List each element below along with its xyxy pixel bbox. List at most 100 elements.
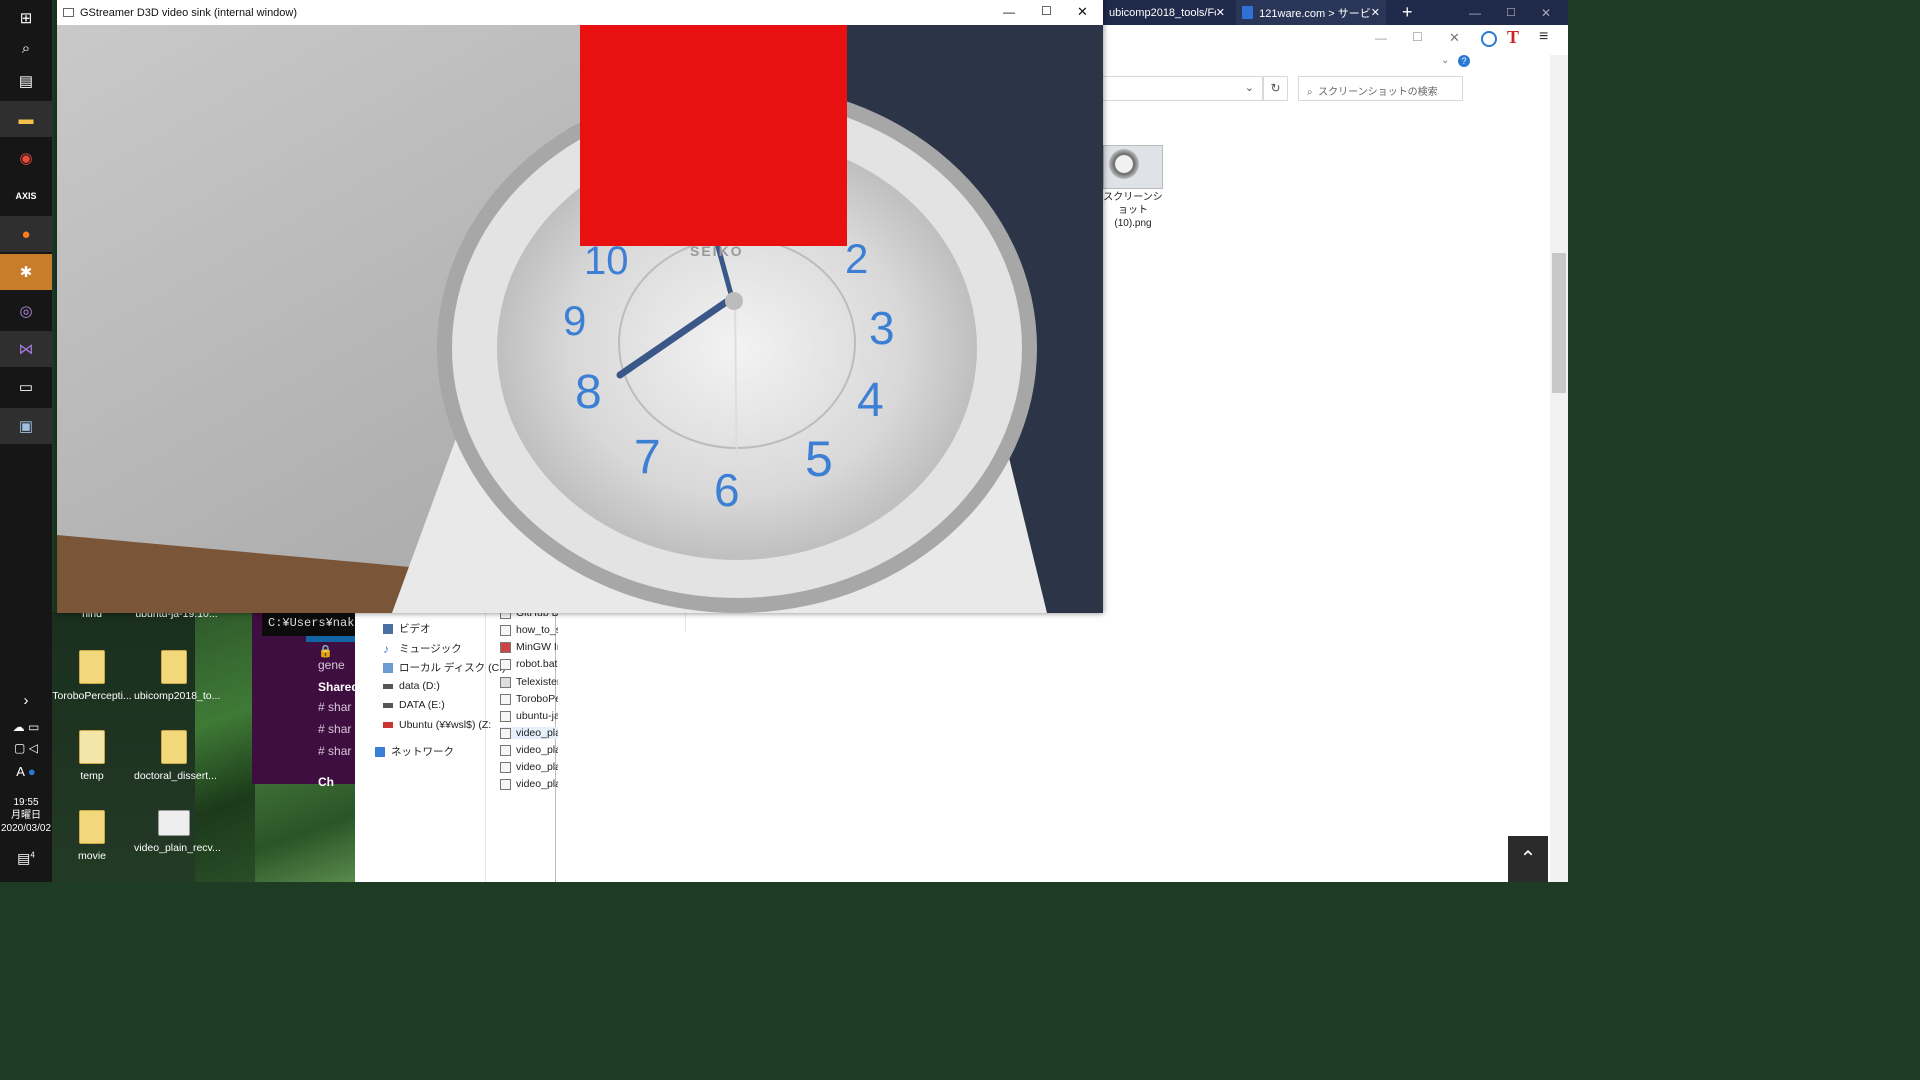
maximize-icon[interactable]: ☐ <box>1041 4 1052 18</box>
desktop-icon-temp[interactable]: temp <box>52 730 132 782</box>
refresh-icon[interactable]: ↻ <box>1263 76 1288 101</box>
task-view-icon[interactable]: ▤ <box>0 63 52 99</box>
search-icon: ⌕ <box>1307 87 1313 98</box>
file-item[interactable]: how_to_s <box>500 624 558 636</box>
file-icon <box>500 624 511 636</box>
tab-label: 121ware.com > サービス& <box>1259 7 1371 20</box>
browser-tab-ubicomp[interactable]: ubicomp2018_tools/Forr ✕ <box>1103 0 1231 25</box>
new-tab-button[interactable]: + <box>1396 0 1419 25</box>
firefox-icon[interactable]: ● <box>0 216 52 252</box>
search-input[interactable]: ⌕ スクリーンショットの検索 <box>1298 76 1463 101</box>
file-item[interactable]: video_pla <box>500 761 558 773</box>
scroll-to-top-button[interactable]: ⌃ <box>1508 836 1548 882</box>
file-item-selected[interactable]: video_pla <box>500 727 558 739</box>
desktop-icon-movie[interactable]: movie <box>52 810 132 862</box>
file-item[interactable]: ToroboPe <box>500 693 558 705</box>
dial-number: 9 <box>563 297 587 344</box>
maximize-icon[interactable]: ☐ <box>1500 0 1522 25</box>
terminal-icon[interactable]: ▭ <box>0 369 52 405</box>
nav-item-music[interactable]: ♪ ミュージック <box>383 641 462 656</box>
minimize-icon[interactable]: — <box>1463 0 1487 25</box>
slack-shared-item[interactable]: # shar <box>318 700 351 714</box>
thumbnail-label-line1: スクリーンショット <box>1103 192 1163 216</box>
desktop-icon-torobo[interactable]: ToroboPercepti... <box>52 650 132 702</box>
desktop-icon-label: temp <box>80 770 104 782</box>
browser-tab-121ware[interactable]: 121ware.com > サービス& ✕ <box>1236 0 1386 25</box>
tray-icons-row2[interactable]: ▢ ◁ <box>0 741 52 755</box>
chevron-down-icon[interactable]: ⌄ <box>1441 55 1449 66</box>
axis-icon[interactable]: AXIS <box>0 178 52 214</box>
file-item[interactable]: robot.bat <box>500 658 558 670</box>
file-item[interactable]: ubuntu-ja <box>500 710 558 722</box>
thumbnail-label[interactable]: スクリーンショット (10).png <box>1103 191 1163 230</box>
file-icon <box>500 693 511 705</box>
nav-item-ubuntu-z[interactable]: Ubuntu (¥¥wsl$) (Z: <box>383 719 491 731</box>
close-icon[interactable]: ✕ <box>1077 4 1088 20</box>
file-item[interactable]: video_pla <box>500 778 558 790</box>
notification-center-icon[interactable]: ▤4 <box>0 850 52 867</box>
desktop-icon-doctoral[interactable]: doctoral_dissert... <box>134 730 217 782</box>
file-name: Telexisten <box>516 676 558 688</box>
nav-item-network[interactable]: ネットワーク <box>375 744 454 759</box>
ubuntu-icon[interactable]: ◉ <box>0 140 52 176</box>
menu-icon[interactable]: ≡ <box>1539 28 1548 46</box>
chevron-right-icon[interactable]: › <box>0 690 52 710</box>
thumbnail-screenshot[interactable] <box>1103 145 1163 189</box>
nav-label: ローカル ディスク (C:) <box>399 662 506 674</box>
slack-shared-label: shar <box>328 700 352 714</box>
dial-number: 7 <box>634 431 661 484</box>
close-icon[interactable]: ✕ <box>1449 30 1460 46</box>
command-prompt-window[interactable]: C:¥Users¥nakan <box>262 612 362 636</box>
clock-thumbnail-icon <box>1109 149 1139 179</box>
minimize-icon[interactable]: — <box>1375 31 1387 45</box>
close-icon[interactable]: ✕ <box>1535 0 1557 25</box>
file-name: how_to_s <box>516 624 558 636</box>
search-icon[interactable]: ⌕ <box>0 30 52 66</box>
nav-label: ビデオ <box>399 623 431 635</box>
clock-date: 2020/03/02 <box>0 823 52 834</box>
file-explorer-icon[interactable]: ▬ <box>0 101 52 137</box>
scrollbar-thumb[interactable] <box>1552 253 1566 393</box>
music-icon: ♪ <box>383 641 389 656</box>
address-bar[interactable]: ⌄ <box>1103 76 1263 101</box>
file-icon <box>500 744 511 756</box>
scrollbar[interactable] <box>1550 55 1568 882</box>
close-icon[interactable]: ✕ <box>1371 6 1380 19</box>
visual-studio-icon[interactable]: ⋈ <box>0 331 52 367</box>
file-item[interactable]: video_pla <box>500 744 558 756</box>
file-item[interactable]: MinGW In <box>500 641 558 653</box>
file-name: robot.bat <box>516 658 558 670</box>
file-icon <box>500 761 511 773</box>
clock[interactable]: 19:55 月曜日 2020/03/02 <box>0 796 52 835</box>
minimize-icon[interactable]: — <box>1003 5 1015 19</box>
video-frame: SEIKO 2 3 4 5 6 7 8 9 10 <box>57 25 1103 613</box>
file-explorer-window: ビデオ ♪ ミュージック ローカル ディスク (C:) data (D:) DAT… <box>355 607 1473 882</box>
slack-icon[interactable]: ✱ <box>0 254 52 290</box>
nav-item-data-e[interactable]: DATA (E:) <box>383 699 445 711</box>
cmd-text: C:¥Users¥nakan <box>268 616 362 630</box>
folder-icon <box>161 650 187 684</box>
tray-icons-row3[interactable]: A ● <box>0 764 52 779</box>
nav-item-data-d[interactable]: data (D:) <box>383 680 440 692</box>
extension-icon[interactable] <box>1481 31 1497 47</box>
chevron-down-icon[interactable]: ⌄ <box>1245 81 1254 94</box>
slack-channel-general[interactable]: 🔒 gene <box>318 644 355 672</box>
maximize-icon[interactable]: ☐ <box>1412 30 1423 44</box>
gstreamer-window-icon[interactable]: ▣ <box>0 408 52 444</box>
close-icon[interactable]: ✕ <box>1216 6 1225 19</box>
desktop-icon-video-plain[interactable]: video_plain_recv... <box>134 810 221 854</box>
window-titlebar[interactable]: GStreamer D3D video sink (internal windo… <box>57 0 1103 25</box>
tray-icons-row1[interactable]: ☁ ▭ <box>0 720 52 734</box>
desktop-icon-label: doctoral_dissert... <box>134 770 217 782</box>
slack-shared-item[interactable]: # shar <box>318 744 351 758</box>
file-name: video_pla <box>516 761 558 773</box>
slack-shared-item[interactable]: # shar <box>318 722 351 736</box>
nav-item-videos[interactable]: ビデオ <box>383 621 431 636</box>
nav-item-local-disk-c[interactable]: ローカル ディスク (C:) <box>383 660 506 675</box>
nav-label: data (D:) <box>399 680 440 692</box>
desktop-icon-ubicomp[interactable]: ubicomp2018_to... <box>134 650 220 702</box>
file-item[interactable]: Telexisten <box>500 676 558 688</box>
help-icon[interactable]: ? <box>1458 55 1470 67</box>
translate-icon[interactable]: T <box>1507 27 1519 48</box>
app-circle-icon[interactable]: ◎ <box>0 293 52 329</box>
